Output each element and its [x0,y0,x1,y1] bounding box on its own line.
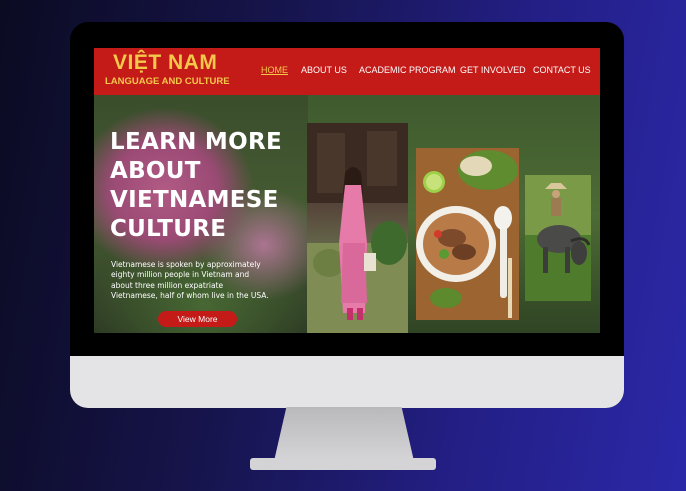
nav-item-get-involved[interactable]: GET INVOLVED [460,65,526,75]
nav-item-academic-program[interactable]: ACADEMIC PROGRAM [359,65,456,75]
water-buffalo-photo [525,175,591,301]
nav-item-about-us[interactable]: ABOUT US [301,65,347,75]
hero-heading-line: LEARN MORE [110,129,282,155]
hero-description-line: Vietnamese, half of whom live in the USA… [111,290,269,300]
hero-description: Vietnamese is spoken by approximately ei… [111,260,299,301]
hero-heading-line: CULTURE [110,216,227,242]
hero-description-line: Vietnamese is spoken by approximately [111,260,261,269]
hero-heading-line: ABOUT [110,158,201,184]
website-screen: VIỆT NAM LANGUAGE AND CULTURE HOME ABOUT… [94,48,600,333]
hero-heading: LEARN MORE ABOUT VIETNAMESE CULTURE [110,128,310,244]
pho-food-illustration [416,148,519,320]
navbar: VIỆT NAM LANGUAGE AND CULTURE HOME ABOUT… [94,48,600,95]
hero-section: LEARN MORE ABOUT VIETNAMESE CULTURE Viet… [94,95,600,333]
hero-description-line: about three million expatriate [111,280,224,290]
hero-heading-line: VIETNAMESE [110,187,279,213]
water-buffalo-illustration [525,175,591,301]
monitor-stand-base [250,458,436,470]
ao-dai-woman-photo [307,123,408,333]
brand-title[interactable]: VIỆT NAM [113,51,217,75]
hero-description-line: eighty million people in Vietnam and [111,270,250,280]
nav-item-contact-us[interactable]: CONTACT US [533,65,591,75]
view-more-button[interactable]: View More [158,311,237,327]
monitor-stand [273,407,415,463]
monitor-chin [70,356,624,408]
pho-food-photo [416,148,519,320]
nav-item-home[interactable]: HOME [261,65,288,75]
ao-dai-woman-illustration [307,123,408,333]
brand-subtitle: LANGUAGE AND CULTURE [105,76,230,87]
